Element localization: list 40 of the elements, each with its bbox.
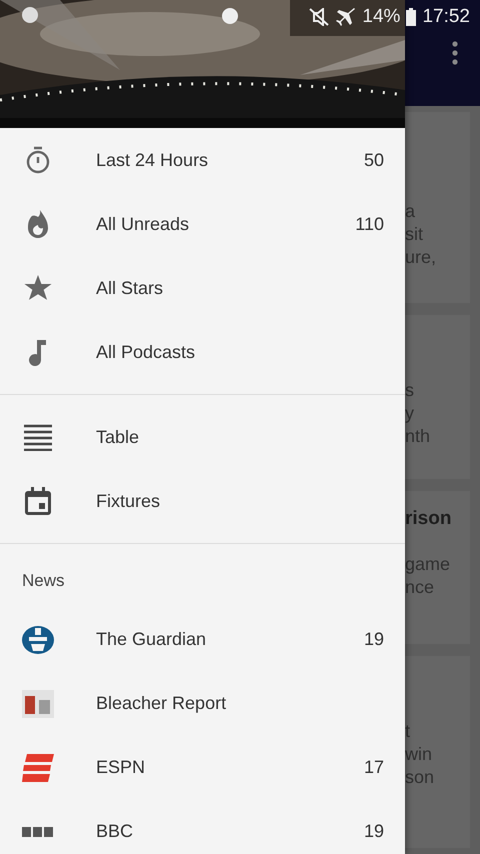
- item-label: ESPN: [96, 756, 146, 779]
- mute-icon: [308, 8, 330, 26]
- menu-item[interactable]: Bleacher Report: [0, 672, 405, 736]
- menu-item[interactable]: All Podcasts: [0, 320, 405, 384]
- item-label: Bleacher Report: [96, 692, 228, 715]
- item-label: The Guardian: [96, 628, 208, 651]
- menu-item[interactable]: Last 24 Hours 50: [0, 128, 405, 192]
- section-header: News: [21, 570, 66, 592]
- item-label: BBC: [96, 820, 134, 843]
- menu-item[interactable]: ESPN 17: [0, 736, 405, 800]
- timer-icon: [25, 146, 51, 174]
- menu-item[interactable]: BBC 19: [0, 800, 405, 854]
- item-label: All Podcasts: [96, 340, 196, 364]
- sports-logo-icon: [22, 754, 54, 782]
- card-title: rison: [405, 506, 452, 531]
- menu-item[interactable]: The Guardian 19: [0, 608, 405, 672]
- battery-icon: [406, 8, 416, 26]
- item-count: 50: [364, 148, 384, 172]
- star-icon: [24, 275, 52, 301]
- item-count: 17: [364, 756, 384, 779]
- menu-item[interactable]: Table: [0, 405, 405, 469]
- music-note-icon: [28, 338, 48, 366]
- clock-text: 17:52: [422, 4, 470, 29]
- item-label: All Unreads: [96, 212, 190, 236]
- item-count: 110: [355, 212, 384, 236]
- menu-item[interactable]: All Unreads 110: [0, 192, 405, 256]
- flame-icon: [26, 209, 50, 239]
- item-count: 19: [364, 820, 384, 843]
- calendar-icon: [25, 487, 51, 515]
- item-label: Table: [96, 426, 140, 448]
- item-label: Fixtures: [96, 490, 162, 512]
- menu-item[interactable]: All Stars: [0, 256, 405, 320]
- battery-text: 14%: [362, 4, 400, 29]
- more-options-icon[interactable]: [452, 41, 458, 65]
- menu-item[interactable]: Fixtures: [0, 469, 405, 533]
- airplane-icon: [336, 7, 356, 27]
- list-icon: [24, 423, 52, 451]
- item-label: Last 24 Hours: [96, 148, 210, 172]
- item-label: All Stars: [96, 276, 164, 300]
- item-count: 19: [364, 628, 384, 651]
